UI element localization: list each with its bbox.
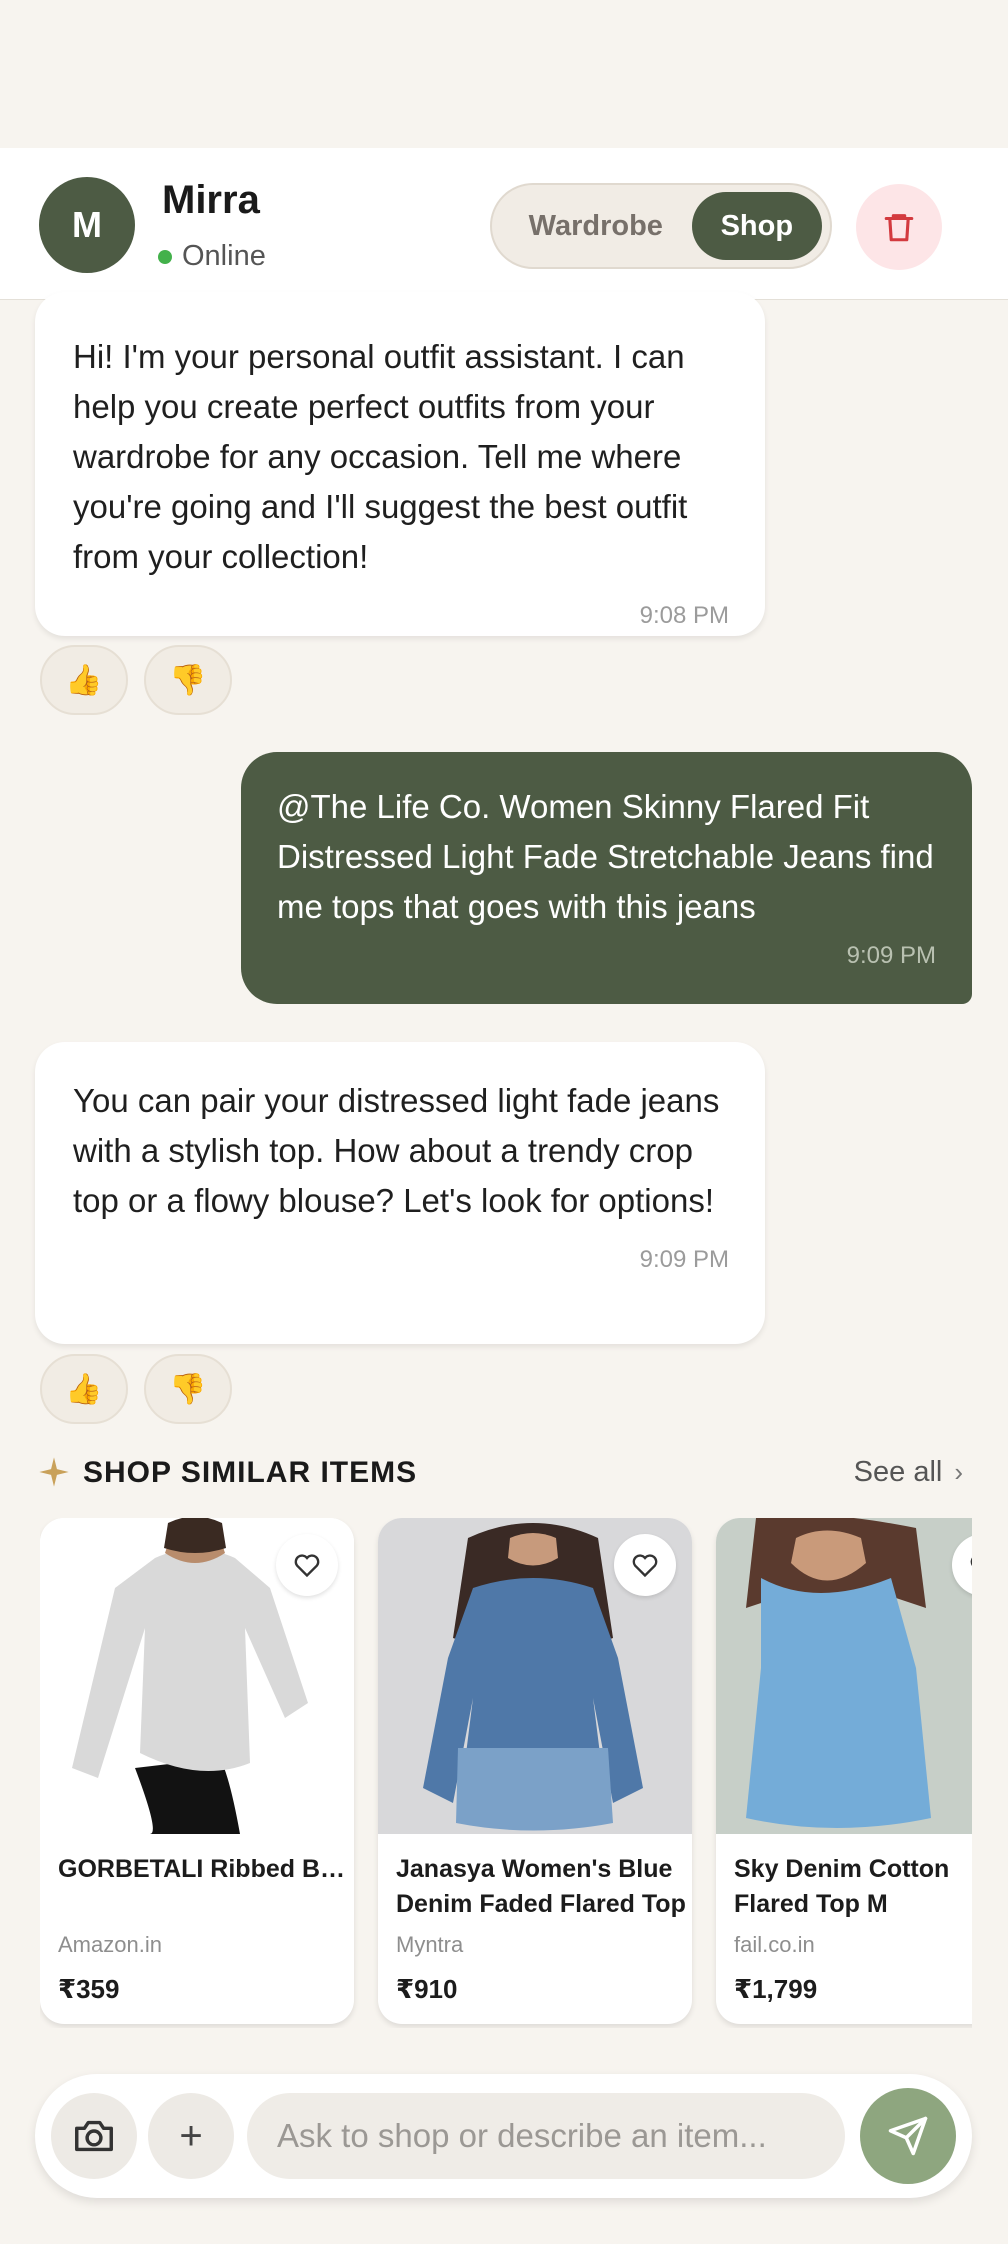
product-price: ₹1,799 <box>734 1974 818 2004</box>
heart-icon <box>970 1557 972 1567</box>
message-text: Hi! I'm your personal outfit assistant. … <box>73 338 688 575</box>
user-message: @The Life Co. Women Skinny Flared Fit Di… <box>241 752 972 1004</box>
camera-icon <box>75 2120 113 2152</box>
status-bar-area <box>0 0 1008 148</box>
product-card[interactable]: Janasya Women's Blue Denim Faded Flared … <box>378 1518 692 2024</box>
message-text: You can pair your distressed light fade … <box>73 1082 720 1219</box>
heart-icon <box>632 1554 658 1578</box>
status-text: Online <box>182 240 266 272</box>
chat-header: M Mirra Online Wardrobe Shop <box>0 148 1008 300</box>
avatar[interactable]: M <box>39 177 135 273</box>
message-text: @The Life Co. Women Skinny Flared Fit Di… <box>277 788 934 925</box>
mode-toggle: Wardrobe Shop <box>490 183 832 269</box>
message-time: 9:09 PM <box>639 1246 729 1273</box>
message-time: 9:08 PM <box>639 602 729 629</box>
message-reactions: 👍 👎 <box>40 1354 232 1424</box>
product-price: ₹359 <box>58 1974 120 2004</box>
see-all-link[interactable]: See all › <box>854 1456 963 1489</box>
product-image[interactable] <box>716 1518 972 1834</box>
send-button[interactable] <box>860 2088 956 2184</box>
product-image[interactable] <box>378 1518 692 1834</box>
heart-icon <box>294 1554 320 1578</box>
tab-wardrobe[interactable]: Wardrobe <box>500 192 692 260</box>
thumbs-down-button[interactable]: 👎 <box>144 1354 232 1424</box>
message-composer: + <box>35 2074 972 2198</box>
product-title[interactable]: Sky Denim Cotton Flared Top M <box>734 1852 972 1922</box>
sparkle-icon <box>39 1457 69 1487</box>
contact-name: Mirra <box>162 178 260 222</box>
favorite-button[interactable] <box>614 1534 676 1596</box>
send-icon <box>888 2116 928 2156</box>
product-source: Myntra <box>396 1932 464 1957</box>
thumbs-up-button[interactable]: 👍 <box>40 645 128 715</box>
thumbs-down-button[interactable]: 👎 <box>144 645 232 715</box>
product-title[interactable]: Janasya Women's Blue Denim Faded Flared … <box>396 1852 686 1922</box>
assistant-message: Hi! I'm your personal outfit assistant. … <box>35 292 765 636</box>
thumbs-up-icon: 👍 <box>65 1372 103 1406</box>
trash-icon <box>884 214 914 242</box>
plus-icon: + <box>179 2113 203 2158</box>
thumbs-down-icon: 👎 <box>169 663 207 697</box>
favorite-button[interactable] <box>276 1534 338 1596</box>
message-time: 9:09 PM <box>846 942 936 969</box>
camera-button[interactable] <box>51 2093 137 2179</box>
presence-status: Online <box>158 240 266 273</box>
product-source: Amazon.in <box>58 1932 162 1957</box>
message-input[interactable] <box>247 2093 845 2179</box>
product-carousel[interactable]: GORBETALI Ribbed Bell Sleeve Round Neck … <box>40 1518 972 2028</box>
online-dot-icon <box>158 249 172 264</box>
tab-shop[interactable]: Shop <box>691 192 822 260</box>
product-source: fail.co.in <box>734 1932 815 1957</box>
shop-section-header: SHOP SIMILAR ITEMS See all › <box>38 1452 973 1494</box>
section-title: SHOP SIMILAR ITEMS <box>83 1456 418 1489</box>
add-attachment-button[interactable]: + <box>148 2093 234 2179</box>
product-card[interactable]: GORBETALI Ribbed Bell Sleeve Round Neck … <box>40 1518 354 2024</box>
product-image[interactable] <box>40 1518 354 1834</box>
thumbs-down-icon: 👎 <box>169 1372 207 1406</box>
product-title[interactable]: GORBETALI Ribbed Bell Sleeve Round Neck … <box>58 1852 348 1887</box>
clear-chat-button[interactable] <box>856 184 942 270</box>
see-all-label: See all <box>853 1456 943 1488</box>
assistant-message: You can pair your distressed light fade … <box>35 1042 765 1344</box>
thumbs-up-button[interactable]: 👍 <box>40 1354 128 1424</box>
product-card[interactable]: Sky Denim Cotton Flared Top M fail.co.in… <box>716 1518 972 2024</box>
chevron-right-icon: › <box>954 1457 963 1487</box>
product-price: ₹910 <box>396 1974 458 2004</box>
thumbs-up-icon: 👍 <box>65 663 103 697</box>
message-reactions: 👍 👎 <box>40 645 232 715</box>
